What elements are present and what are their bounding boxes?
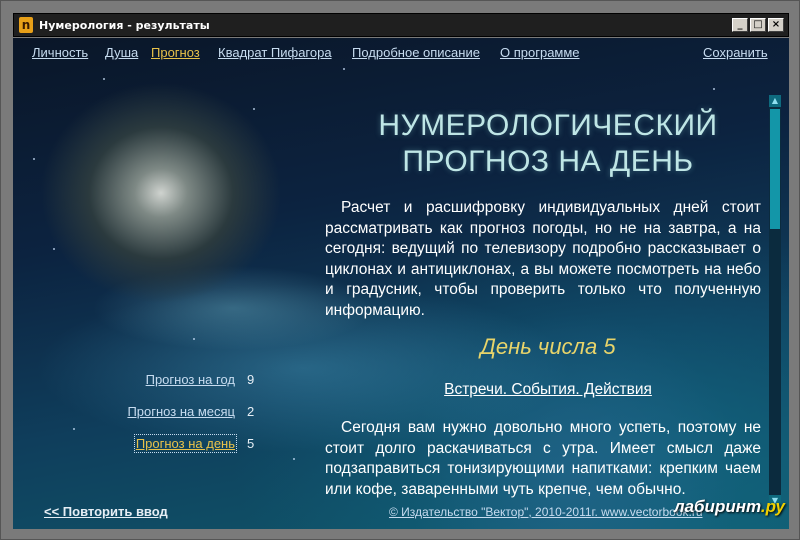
section-title: Встречи. События. Действия (444, 381, 652, 398)
repeat-input-link[interactable]: << Повторить ввод (44, 504, 168, 519)
forecast-year-link[interactable]: Прогноз на год (146, 372, 235, 387)
watermark-prefix: лабиринт (674, 497, 761, 516)
results-panel: Личность Душа Прогноз Квадрат Пифагора П… (13, 38, 789, 529)
vertical-scrollbar[interactable]: ▲ ▼ (769, 95, 781, 507)
sidebar-item-month: Прогноз на месяц 2 (103, 404, 263, 422)
page-title-line-2: ПРОГНОЗ НА ДЕНЬ (402, 145, 694, 178)
sidebar-item-day: Прогноз на день 5 (103, 434, 263, 454)
forecast-day-value: 5 (247, 436, 255, 451)
forecast-month-value: 2 (247, 404, 255, 419)
forecast-day-link[interactable]: Прогноз на день (133, 434, 238, 453)
nav-item-personality[interactable]: Личность (32, 45, 88, 60)
forecast-month-link[interactable]: Прогноз на месяц (127, 404, 235, 419)
day-number-title: День числа 5 (480, 334, 616, 359)
app-window: n Нумерология - результаты _ □ × Личност… (0, 0, 800, 540)
scroll-thumb[interactable] (770, 109, 780, 229)
nav-item-pythagoras-square[interactable]: Квадрат Пифагора (218, 45, 332, 60)
nav-item-detailed-description[interactable]: Подробное описание (352, 45, 480, 60)
scroll-up-arrow-icon[interactable]: ▲ (769, 95, 781, 107)
title-bar[interactable]: n Нумерология - результаты _ □ × (13, 13, 789, 37)
copyright-link[interactable]: © Издательство "Вектор", 2010-2011г. www… (389, 505, 703, 519)
page-title-line-1: НУМЕРОЛОГИЧЕСКИЙ (378, 109, 718, 142)
window-title: Нумерология - результаты (39, 18, 210, 32)
forecast-year-value: 9 (247, 372, 255, 387)
minimize-button[interactable]: _ (732, 18, 748, 32)
forecast-text: Сегодня вам нужно довольно много успеть,… (325, 419, 761, 498)
save-link[interactable]: Сохранить (703, 45, 768, 60)
intro-paragraph: Расчет и расшифровку индивидуальных дней… (325, 199, 761, 319)
watermark-suffix: .ру (760, 497, 785, 516)
sidebar-item-year: Прогноз на год 9 (103, 372, 263, 390)
window-controls: _ □ × (732, 18, 784, 32)
numerology-app-icon: n (19, 17, 33, 33)
page-title: НУМЕРОЛОГИЧЕСКИЙ ПРОГНОЗ НА ДЕНЬ (313, 108, 783, 180)
nav-item-about[interactable]: О программе (500, 45, 580, 60)
watermark-logo: лабиринт.ру (674, 497, 785, 517)
maximize-button[interactable]: □ (750, 18, 766, 32)
nav-item-forecast[interactable]: Прогноз (151, 45, 200, 60)
nav-item-soul[interactable]: Душа (105, 45, 138, 60)
top-navigation: Личность Душа Прогноз Квадрат Пифагора П… (32, 45, 772, 63)
close-button[interactable]: × (768, 18, 784, 32)
